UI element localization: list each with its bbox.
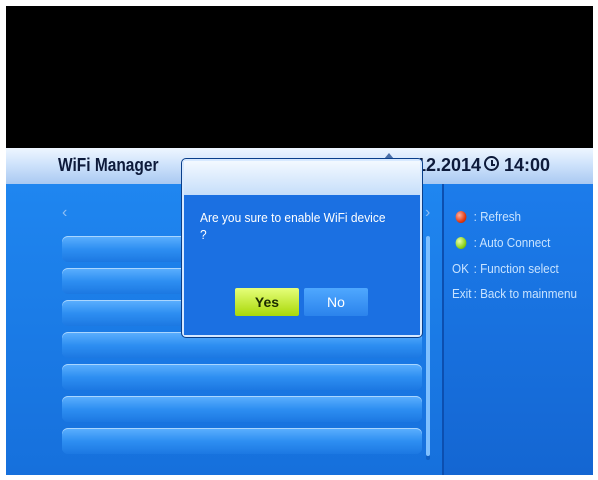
legend-function-select-label: : Function select: [473, 261, 559, 276]
legend-back-label: : Back to mainmenu: [473, 286, 578, 301]
legend-refresh-label: : Refresh: [473, 209, 522, 224]
dialog-body: Are you sure to enable WiFi device ? Yes…: [184, 195, 420, 335]
green-button-icon: [455, 237, 467, 249]
legend-auto-connect-label: : Auto Connect: [473, 235, 551, 250]
chevron-left-icon[interactable]: ‹: [62, 204, 67, 222]
yes-button[interactable]: Yes: [235, 288, 299, 316]
red-button-icon: [455, 211, 467, 223]
time-display: 14:00: [504, 155, 551, 175]
dialog-title-bar: [184, 161, 420, 195]
tv-screen: WiFi Manager 12.2014 14:00 ‹ › : Refresh…: [6, 6, 593, 475]
page-title: WiFi Manager: [58, 155, 159, 175]
exit-key-label: Exit: [452, 286, 472, 301]
dialog-message: Are you sure to enable WiFi device ?: [200, 210, 386, 242]
scrollbar-thumb[interactable]: [426, 236, 430, 456]
scrollbar[interactable]: [426, 236, 430, 460]
clock-icon: [484, 156, 499, 171]
no-button[interactable]: No: [304, 288, 368, 316]
help-legend-panel: : Refresh : Auto Connect OK : Function s…: [442, 184, 593, 475]
list-item[interactable]: [62, 428, 422, 454]
list-item[interactable]: [62, 396, 422, 422]
date-display: 12.2014: [416, 155, 482, 175]
ok-key-label: OK: [452, 261, 469, 276]
list-item[interactable]: [62, 364, 422, 390]
chevron-right-icon[interactable]: ›: [425, 204, 430, 222]
confirm-dialog: Are you sure to enable WiFi device ? Yes…: [182, 159, 422, 337]
